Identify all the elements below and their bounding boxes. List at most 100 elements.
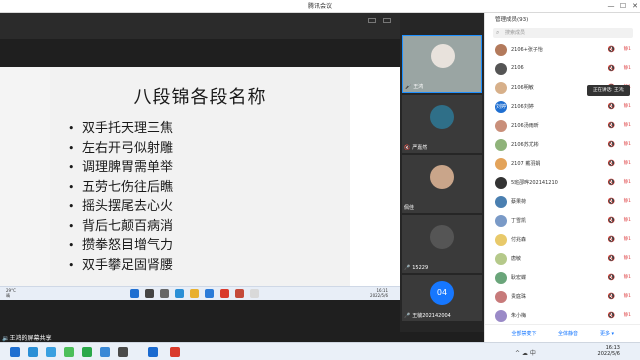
- mic-icon: 🔇: [404, 145, 411, 151]
- chat-icon[interactable]: [82, 347, 92, 357]
- video-tile[interactable]: 🔇 严嘉然: [402, 95, 482, 153]
- mic-muted-icon[interactable]: 🔇: [608, 198, 615, 205]
- member-row[interactable]: 付兆森 🔇 静1: [485, 231, 640, 250]
- shared-weather: 29°C 晴: [6, 288, 16, 298]
- slide-bullet-item: • 五劳七伤往后瞧: [68, 179, 174, 195]
- close-button[interactable]: ✕: [630, 1, 640, 11]
- unmute-link[interactable]: 静1: [624, 103, 631, 109]
- windows-start-icon[interactable]: [10, 347, 20, 357]
- browser-icon[interactable]: [46, 347, 56, 357]
- video-tile[interactable]: 04 🎤 王毓202142004: [402, 275, 482, 321]
- more-button[interactable]: 更多 ▾: [593, 329, 621, 339]
- member-row[interactable]: 2107 戴羽娟 🔇 静1: [485, 155, 640, 174]
- minimize-button[interactable]: —: [606, 1, 616, 11]
- slide-bullet-item: • 攒拳怒目增气力: [68, 238, 174, 253]
- slide-bullet-list: • 双手托天理三焦 • 左右开弓似射雕 • 调理脾胃需单举 • 五劳七伤往后瞧 • 摇头摆…: [68, 119, 173, 275]
- unmute-all-button[interactable]: 全体静音: [549, 329, 587, 339]
- windows-start-icon: [130, 289, 139, 298]
- member-row[interactable]: 5班邵晔202141210 🔇 静1: [485, 174, 640, 193]
- window-title: 腾讯会议: [307, 3, 332, 10]
- slide-margin-right: [350, 67, 400, 288]
- mic-muted-icon[interactable]: 🔇: [608, 160, 615, 167]
- mic-icon: 🎤: [404, 265, 411, 271]
- mic-muted-icon[interactable]: 🔇: [608, 179, 615, 186]
- mic-muted-icon[interactable]: 🔇: [608, 46, 615, 53]
- unmute-link[interactable]: 静1: [624, 255, 631, 261]
- app-icon[interactable]: [100, 347, 110, 357]
- unmute-link[interactable]: 静1: [624, 160, 631, 166]
- shared-clock: 16:11 2022/5/6: [370, 288, 388, 298]
- video-tile[interactable]: 🎤 15229: [402, 215, 482, 273]
- video-tile[interactable]: 佩佳: [402, 155, 482, 213]
- mic-muted-icon[interactable]: 🔇: [608, 141, 615, 148]
- member-row[interactable]: 2106汤雨昕 🔇 静1: [485, 117, 640, 136]
- member-row[interactable]: 2106苏尤彬 🔇 静1: [485, 136, 640, 155]
- member-search-input[interactable]: ⌕ 搜索成员: [493, 28, 633, 38]
- member-panel: 管理成员(93) ⌕ 搜索成员 2106+张子怡 🔇 静1 2106 🔇 静1 …: [484, 13, 640, 342]
- speaking-tooltip: 正在讲话: 王鸿;: [587, 85, 631, 96]
- slide-margin-left: [0, 67, 50, 288]
- avatar: [430, 105, 454, 129]
- folder-icon: [190, 289, 199, 298]
- member-row[interactable]: 贵庭珠 🔇 静1: [485, 288, 640, 307]
- host-taskbar: ^ ☁ 中 16:13 2022/5/6: [0, 342, 640, 360]
- search-icon: [145, 289, 154, 298]
- edge-icon[interactable]: [28, 347, 38, 357]
- slide-title: 八段锦各段名称: [133, 87, 267, 108]
- camera-person: [431, 44, 455, 68]
- avatar: 刘婷: [495, 101, 507, 113]
- avatar: 04: [430, 281, 454, 305]
- unmute-link[interactable]: 静1: [624, 46, 631, 52]
- member-panel-footer: 全部禁麦下 全体静音 更多 ▾: [485, 324, 640, 342]
- store-icon: [205, 289, 214, 298]
- member-row[interactable]: 丁雪凯 🔇 静1: [485, 212, 640, 231]
- member-row[interactable]: 刘婷 2106刘婷 🔇 静1: [485, 98, 640, 117]
- unmute-link[interactable]: 静1: [624, 198, 631, 204]
- unmute-link[interactable]: 静1: [624, 236, 631, 242]
- unmute-link[interactable]: 静1: [624, 122, 631, 128]
- share-window-icon[interactable]: [368, 18, 376, 23]
- mic-muted-icon[interactable]: 🔇: [608, 103, 615, 110]
- ppt-icon: [235, 289, 244, 298]
- unmute-link[interactable]: 静1: [624, 293, 631, 299]
- slide-bullet-item: • 双手攀足固肾腰: [68, 257, 174, 273]
- unmute-link[interactable]: 静1: [624, 312, 631, 318]
- maximize-button[interactable]: ☐: [618, 1, 628, 11]
- member-row[interactable]: 唐敏 🔇 静1: [485, 250, 640, 269]
- avatar: [495, 63, 507, 75]
- unmute-link[interactable]: 静1: [624, 141, 631, 147]
- mic-muted-icon[interactable]: 🔇: [608, 236, 615, 243]
- share-fullscreen-icon[interactable]: [383, 18, 391, 23]
- unmute-link[interactable]: 静1: [624, 274, 631, 280]
- member-row[interactable]: 蔡果荷 🔇 静1: [485, 193, 640, 212]
- mic-muted-icon[interactable]: 🔇: [608, 274, 615, 281]
- mic-muted-icon[interactable]: 🔇: [608, 65, 615, 72]
- mic-muted-icon[interactable]: 🔇: [608, 293, 615, 300]
- app-icon: [250, 289, 259, 298]
- mute-all-button[interactable]: 全部禁麦下: [505, 329, 543, 339]
- unmute-link[interactable]: 静1: [624, 179, 631, 185]
- wechat-icon[interactable]: [64, 347, 74, 357]
- shared-desktop: 八段锦各段名称 • 双手托天理三焦 • 左右开弓似射雕 • 调理脾胃需单举 • 五劳七伤…: [0, 67, 400, 300]
- mic-muted-icon[interactable]: 🔇: [608, 255, 615, 262]
- video-tile[interactable]: 🎤 王鸿: [402, 35, 482, 93]
- avatar: [495, 139, 507, 151]
- meeting-app: 腾讯会议 — ☐ ✕ 八段锦各段名称 • 双手托天理三焦 • 左右开弓似射雕 • 调理…: [0, 0, 640, 360]
- tencent-meeting-icon[interactable]: [148, 347, 158, 357]
- mic-muted-icon[interactable]: 🔇: [608, 312, 615, 319]
- mic-muted-icon[interactable]: 🔇: [608, 217, 615, 224]
- member-row[interactable]: 2106+张子怡 🔇 静1: [485, 41, 640, 60]
- member-row[interactable]: 2106 🔇 静1: [485, 60, 640, 79]
- wps-icon[interactable]: [170, 347, 180, 357]
- slide-bullet-item: • 调理脾胃需单举: [68, 160, 174, 175]
- unmute-link[interactable]: 静1: [624, 65, 631, 71]
- avatar: [430, 165, 454, 189]
- taskview-icon: [160, 289, 169, 298]
- system-tray[interactable]: ^ ☁ 中: [515, 348, 536, 357]
- unmute-link[interactable]: 静1: [624, 217, 631, 223]
- mic-muted-icon[interactable]: 🔇: [608, 122, 615, 129]
- member-panel-title: 管理成员(93): [495, 17, 529, 23]
- member-row[interactable]: 耿宏蝶 🔇 静1: [485, 269, 640, 288]
- app-icon[interactable]: [118, 347, 128, 357]
- host-clock[interactable]: 16:13 2022/5/6: [598, 345, 620, 357]
